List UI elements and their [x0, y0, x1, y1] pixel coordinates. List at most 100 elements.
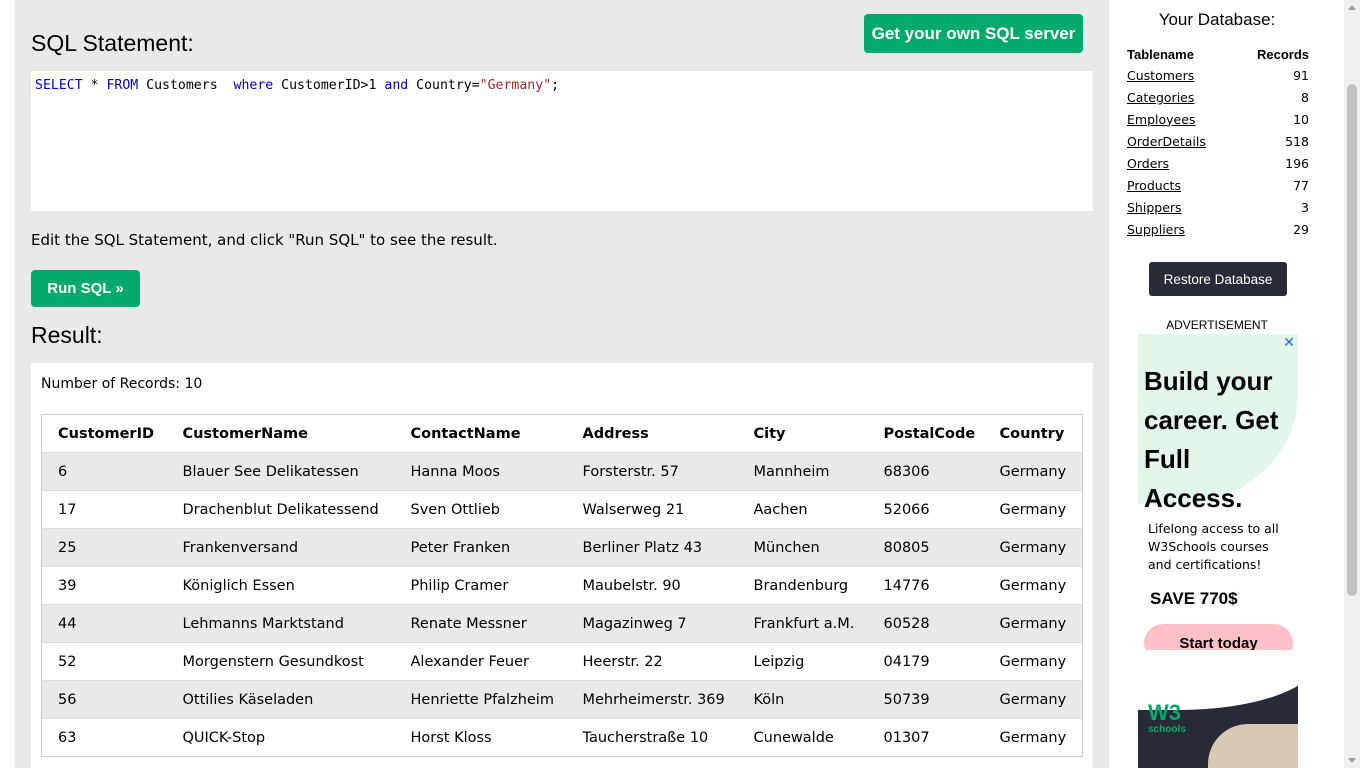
table-cell: Sven Ottlieb [394, 490, 567, 529]
column-header: CustomerName [182, 425, 308, 442]
result-panel: Number of Records: 10 CustomerID Custome… [31, 363, 1093, 768]
table-cell: 50739 [867, 680, 984, 719]
table-cell: Königlich Essen [166, 566, 395, 605]
run-sql-button[interactable]: Run SQL » [31, 270, 140, 307]
close-icon[interactable]: ✕ [1282, 336, 1296, 350]
table-cell: Germany [983, 528, 1083, 567]
table-cell: Magazinweg 7 [566, 604, 738, 643]
table-cell: 6 [41, 452, 167, 491]
table-row: 52 Morgenstern Gesundkost Alexander Feue… [41, 642, 1083, 681]
table-cell: 25 [41, 528, 167, 567]
logo-subtext: schools [1148, 724, 1186, 735]
table-cell: 60528 [867, 604, 984, 643]
record-count: Number of Records: 10 [41, 376, 203, 392]
table-cell: Cunewalde [737, 718, 868, 757]
table-cell: Philip Cramer [394, 566, 567, 605]
main-panel: SQL Statement: Get your own SQL server S… [15, 0, 1109, 768]
table-link-customers[interactable]: Customers [1127, 68, 1194, 83]
table-cell: Germany [983, 490, 1083, 529]
vertical-scrollbar[interactable] [1344, 0, 1360, 768]
table-cell: Germany [983, 718, 1083, 757]
list-item: Categories 8 [1127, 86, 1309, 108]
sql-editor[interactable]: SELECT * FROM Customers where CustomerID… [31, 71, 1093, 211]
table-cell: 14776 [867, 566, 984, 605]
ad-description: Lifelong access to all W3Schools courses… [1148, 521, 1279, 572]
table-row: 39 Königlich Essen Philip Cramer Maubels… [41, 566, 1083, 605]
table-cell: Frankenversand [166, 528, 395, 567]
record-count-cell: 518 [1285, 133, 1309, 149]
scroll-up-arrow-icon[interactable] [1348, 5, 1356, 10]
table-cell: 39 [41, 566, 167, 605]
table-row: 63 QUICK-Stop Horst Kloss Taucherstraße … [41, 718, 1083, 757]
ad-headline: Build your career. Get Full Access. [1144, 366, 1279, 513]
table-row: 17 Drachenblut Delikatessend Sven Ottlie… [41, 490, 1083, 529]
table-cell: 56 [41, 680, 167, 719]
list-item: Products 77 [1127, 174, 1309, 196]
your-database-heading: Your Database: [1158, 10, 1276, 29]
ad-footer-image: W3 schools [1138, 650, 1298, 768]
table-link-suppliers[interactable]: Suppliers [1127, 222, 1185, 237]
record-count-cell: 196 [1285, 155, 1309, 171]
table-row: 25 Frankenversand Peter Franken Berliner… [41, 528, 1083, 567]
table-cell: Frankfurt a.M. [737, 604, 868, 643]
table-link-orders[interactable]: Orders [1127, 156, 1169, 171]
table-cell: Taucherstraße 10 [566, 718, 738, 757]
column-header: Country [999, 425, 1065, 442]
table-cell: Berliner Platz 43 [566, 528, 738, 567]
table-cell: Blauer See Delikatessen [166, 452, 395, 491]
table-cell: Mannheim [737, 452, 868, 491]
edit-hint-text: Edit the SQL Statement, and click "Run S… [31, 231, 498, 249]
sql-text: * [82, 78, 107, 93]
table-cell: 80805 [867, 528, 984, 567]
sql-string: "Germany" [479, 78, 552, 93]
table-link-products[interactable]: Products [1127, 178, 1181, 193]
table-link-categories[interactable]: Categories [1127, 90, 1194, 105]
database-table-list: Tablename Records Customers 91 Categories… [1127, 44, 1309, 240]
record-count-cell: 8 [1301, 89, 1309, 105]
get-own-sql-server-button[interactable]: Get your own SQL server [864, 14, 1083, 53]
table-cell: Brandenburg [737, 566, 868, 605]
sql-keyword: and [384, 78, 409, 93]
table-cell: 52 [41, 642, 167, 681]
list-item: Suppliers 29 [1127, 218, 1309, 240]
table-header-row: CustomerID CustomerName ContactName Addr… [42, 415, 1083, 453]
scrollbar-thumb[interactable] [1347, 84, 1357, 596]
record-count-cell: 10 [1293, 111, 1309, 127]
table-cell: Hanna Moos [394, 452, 567, 491]
table-cell: Ottilies Käseladen [166, 680, 395, 719]
table-cell: Morgenstern Gesundkost [166, 642, 395, 681]
table-cell: QUICK-Stop [166, 718, 395, 757]
result-table: CustomerID CustomerName ContactName Addr… [41, 414, 1083, 757]
sql-statement-heading: SQL Statement: [31, 30, 194, 56]
table-cell: Germany [983, 604, 1083, 643]
table-cell: Lehmanns Marktstand [166, 604, 395, 643]
column-header: Records [1256, 46, 1309, 62]
table-cell: Drachenblut Delikatessend [166, 490, 395, 529]
column-header: Address [582, 425, 649, 442]
table-cell: 44 [41, 604, 167, 643]
record-count-cell: 3 [1301, 199, 1309, 215]
result-heading: Result: [31, 322, 103, 348]
table-cell: Walserweg 21 [566, 490, 738, 529]
table-cell: 17 [41, 490, 167, 529]
restore-database-button[interactable]: Restore Database [1149, 262, 1287, 296]
sql-text: Country= [408, 78, 480, 93]
ad-photo [1208, 724, 1298, 768]
database-sidebar: Your Database: Tablename Records Custome… [1110, 0, 1344, 768]
table-row: 56 Ottilies Käseladen Henriette Pfalzhei… [41, 680, 1083, 719]
table-cell: Köln [737, 680, 868, 719]
table-link-orderdetails[interactable]: OrderDetails [1127, 134, 1206, 149]
table-cell: Forsterstr. 57 [566, 452, 738, 491]
table-cell: Germany [983, 452, 1083, 491]
table-cell: Maubelstr. 90 [566, 566, 738, 605]
scroll-down-arrow-icon[interactable] [1348, 758, 1356, 763]
column-header: City [753, 425, 786, 442]
table-cell: Peter Franken [394, 528, 567, 567]
sql-text: Customers [138, 78, 234, 93]
table-row: 44 Lehmanns Marktstand Renate Messner Ma… [41, 604, 1083, 643]
table-link-employees[interactable]: Employees [1127, 112, 1195, 127]
table-link-shippers[interactable]: Shippers [1127, 200, 1182, 215]
table-cell: 68306 [867, 452, 984, 491]
table-cell: Mehrheimerstr. 369 [566, 680, 738, 719]
advertisement-banner[interactable]: ✕ Build your career. Get Full Access. Li… [1138, 334, 1298, 768]
